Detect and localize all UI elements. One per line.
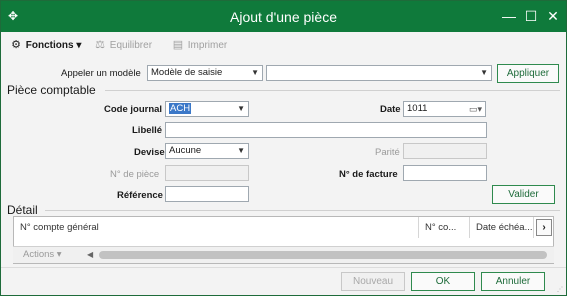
- scroll-left-icon[interactable]: ◀: [87, 250, 93, 260]
- column-header-date-echeance[interactable]: Date échéa...: [470, 217, 534, 238]
- close-button[interactable]: ✕: [545, 7, 561, 25]
- imprimer-button[interactable]: ▤ Imprimer: [171, 38, 227, 52]
- horizontal-scrollbar[interactable]: [99, 251, 547, 259]
- column-header-compte[interactable]: N° compte général: [14, 217, 419, 238]
- libelle-label: Libellé: [132, 125, 163, 136]
- gear-icon: ⚙: [11, 39, 21, 51]
- libelle-input[interactable]: [165, 122, 487, 138]
- num-piece-input[interactable]: [165, 165, 249, 181]
- date-field[interactable]: 1011 ▭▾: [403, 101, 486, 117]
- date-value: 1011: [407, 103, 428, 114]
- detail-section-title: Détail: [7, 203, 38, 217]
- maximize-button[interactable]: ☐: [523, 7, 539, 25]
- code-journal-value: ACH: [169, 103, 192, 114]
- reference-label: Référence: [117, 190, 163, 201]
- section-divider: [45, 210, 560, 211]
- equilibrer-label: Equilibrer: [109, 40, 153, 51]
- parite-label: Parité: [375, 147, 400, 158]
- reference-input[interactable]: [165, 186, 249, 202]
- parite-input[interactable]: [403, 143, 487, 159]
- piece-section-title: Pièce comptable: [7, 83, 96, 97]
- actions-menu-button[interactable]: Actions ▾: [23, 249, 62, 261]
- code-journal-select[interactable]: ACH ▼: [165, 101, 249, 117]
- chevron-down-icon: ▼: [480, 68, 488, 77]
- equilibrer-button[interactable]: ⚖ Equilibrer: [93, 38, 152, 52]
- devise-select[interactable]: Aucune ▼: [165, 143, 249, 159]
- fonctions-label: Fonctions ▾: [25, 40, 82, 51]
- printer-icon: ▤: [172, 39, 184, 51]
- toolbar: ⚙ Fonctions ▾ ⚖ Equilibrer ▤ Imprimer: [1, 32, 566, 57]
- chevron-down-icon: ▼: [237, 104, 245, 113]
- devise-value: Aucune: [169, 145, 202, 156]
- column-header-compte-tiers[interactable]: N° co...: [419, 217, 470, 238]
- valider-button[interactable]: Valider: [492, 185, 555, 204]
- calendar-icon[interactable]: ▭▾: [469, 102, 482, 116]
- chevron-down-icon: ▼: [237, 146, 245, 155]
- ok-button[interactable]: OK: [411, 272, 475, 291]
- model-label: Appeler un modèle: [61, 68, 141, 79]
- num-facture-input[interactable]: [403, 165, 487, 181]
- window-title: Ajout d'une pièce: [230, 9, 337, 25]
- imprimer-label: Imprimer: [187, 40, 228, 51]
- nouveau-button[interactable]: Nouveau: [341, 272, 405, 291]
- chevron-right-icon[interactable]: ›: [536, 219, 552, 236]
- model-type-select[interactable]: Modèle de saisie ▼: [147, 65, 263, 81]
- fonctions-menu-button[interactable]: ⚙ Fonctions ▾: [9, 38, 81, 52]
- date-label: Date: [380, 104, 401, 115]
- title-bar: ✥ Ajout d'une pièce — ☐ ✕: [1, 1, 566, 32]
- section-divider: [105, 90, 560, 91]
- num-facture-label: N° de facture: [339, 169, 398, 180]
- model-select[interactable]: ▼: [266, 65, 492, 81]
- devise-label: Devise: [134, 147, 165, 158]
- code-journal-label: Code journal: [104, 104, 163, 115]
- annuler-button[interactable]: Annuler: [481, 272, 545, 291]
- balance-scale-icon: ⚖: [95, 39, 105, 51]
- num-piece-label: N° de pièce: [110, 169, 160, 180]
- chevron-down-icon: ▼: [251, 68, 259, 77]
- grid-footer: Actions ▾ ◀: [13, 246, 554, 263]
- minimize-button[interactable]: —: [501, 7, 517, 25]
- resize-grip-icon[interactable]: ⋰: [557, 287, 563, 293]
- model-type-value: Modèle de saisie: [151, 67, 223, 78]
- dialog-window: ✥ Ajout d'une pièce — ☐ ✕ ⚙ Fonctions ▾ …: [0, 0, 567, 296]
- footer-divider: [1, 267, 566, 268]
- appliquer-button[interactable]: Appliquer: [497, 64, 559, 83]
